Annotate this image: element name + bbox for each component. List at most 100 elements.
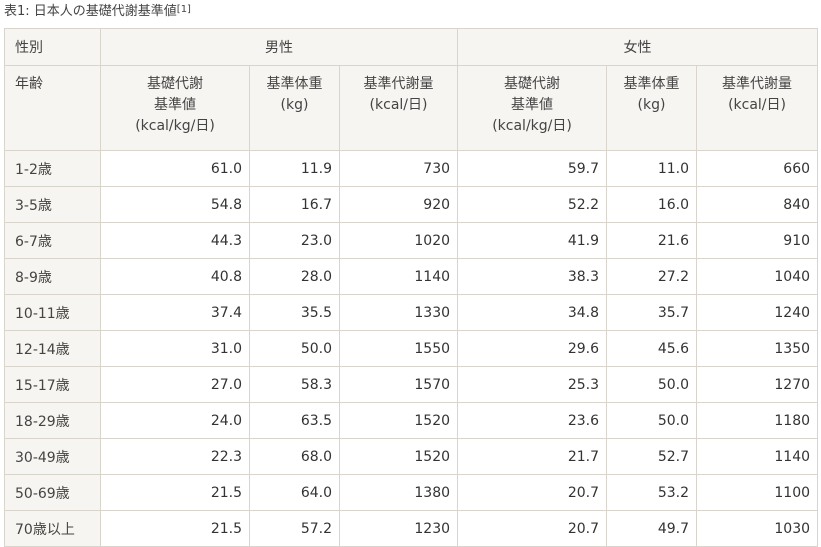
female-weight-cell: 50.0: [606, 402, 698, 439]
male-bmr-standard-cell: 31.0: [100, 330, 250, 367]
male-bmr-standard-cell: 37.4: [100, 294, 250, 331]
male-bmr-standard-cell: 40.8: [100, 258, 250, 295]
female-bmr-standard-cell: 23.6: [457, 402, 608, 439]
age-cell: 70歳以上: [4, 510, 101, 547]
female-weight-cell: 52.7: [606, 438, 698, 475]
table-row: 1-2歳 61.0 11.9 730 59.7 11.0 660: [4, 150, 819, 187]
table-row: 3-5歳 54.8 16.7 920 52.2 16.0 840: [4, 186, 819, 223]
header-male-bmr: 基準代謝量 (kcal/日): [338, 65, 459, 151]
bmr-reference-table: 性別 男性 女性 年齢 基礎代謝 基準値 (kcal/kg/日) 基準体重 (k…: [4, 28, 819, 547]
header-line: (kcal/日): [369, 97, 428, 113]
male-weight-cell: 63.5: [249, 402, 340, 439]
header-line: 基準代謝量: [722, 76, 793, 92]
female-bmr-standard-cell: 59.7: [457, 150, 608, 187]
male-weight-cell: 50.0: [249, 330, 340, 367]
female-bmr-standard-cell: 34.8: [457, 294, 608, 331]
male-bmr-cell: 1230: [338, 510, 459, 547]
female-bmr-cell: 1270: [696, 366, 819, 403]
female-weight-cell: 11.0: [606, 150, 698, 187]
male-bmr-cell: 1520: [338, 402, 459, 439]
header-sex: 性別: [4, 28, 101, 66]
female-weight-cell: 21.6: [606, 222, 698, 259]
table-row: 12-14歳 31.0 50.0 1550 29.6 45.6 1350: [4, 330, 819, 367]
male-bmr-cell: 1330: [338, 294, 459, 331]
header-line: (kcal/日): [728, 97, 786, 113]
female-bmr-standard-cell: 52.2: [457, 186, 608, 223]
age-cell: 50-69歳: [4, 474, 101, 511]
female-bmr-cell: 1350: [696, 330, 819, 367]
female-weight-cell: 27.2: [606, 258, 698, 295]
male-bmr-standard-cell: 27.0: [100, 366, 250, 403]
male-bmr-cell: 730: [338, 150, 459, 187]
header-line: (kg): [280, 97, 309, 113]
male-bmr-standard-cell: 54.8: [100, 186, 250, 223]
male-weight-cell: 58.3: [249, 366, 340, 403]
female-weight-cell: 35.7: [606, 294, 698, 331]
age-cell: 30-49歳: [4, 438, 101, 475]
age-cell: 10-11歳: [4, 294, 101, 331]
male-weight-cell: 57.2: [249, 510, 340, 547]
male-bmr-standard-cell: 21.5: [100, 474, 250, 511]
male-bmr-standard-cell: 24.0: [100, 402, 250, 439]
header-age: 年齢: [4, 65, 101, 151]
age-cell: 1-2歳: [4, 150, 101, 187]
header-male-bmr-standard: 基礎代謝 基準値 (kcal/kg/日): [100, 65, 250, 151]
header-line: (kcal/kg/日): [135, 118, 215, 134]
female-bmr-standard-cell: 38.3: [457, 258, 608, 295]
age-cell: 12-14歳: [4, 330, 101, 367]
female-bmr-standard-cell: 29.6: [457, 330, 608, 367]
table-header: 性別 男性 女性 年齢 基礎代謝 基準値 (kcal/kg/日) 基準体重 (k…: [4, 28, 819, 151]
table-row: 15-17歳 27.0 58.3 1570 25.3 50.0 1270: [4, 366, 819, 403]
female-weight-cell: 49.7: [606, 510, 698, 547]
age-cell: 15-17歳: [4, 366, 101, 403]
header-male-weight: 基準体重 (kg): [249, 65, 340, 151]
female-bmr-standard-cell: 41.9: [457, 222, 608, 259]
header-line: 基礎代謝: [504, 76, 561, 92]
header-line: 基準値: [511, 97, 554, 113]
female-bmr-standard-cell: 20.7: [457, 510, 608, 547]
header-row-columns: 年齢 基礎代謝 基準値 (kcal/kg/日) 基準体重 (kg) 基準代謝量 …: [4, 65, 819, 151]
female-bmr-cell: 1140: [696, 438, 819, 475]
female-bmr-cell: 1240: [696, 294, 819, 331]
male-bmr-standard-cell: 61.0: [100, 150, 250, 187]
header-line: 基準代謝量: [363, 76, 434, 92]
header-female: 女性: [457, 28, 819, 66]
male-bmr-standard-cell: 44.3: [100, 222, 250, 259]
table-row: 50-69歳 21.5 64.0 1380 20.7 53.2 1100: [4, 474, 819, 511]
caption-text: 表1: 日本人の基礎代謝基準値: [4, 4, 177, 19]
header-line: 基準体重: [623, 76, 680, 92]
table-row: 30-49歳 22.3 68.0 1520 21.7 52.7 1140: [4, 438, 819, 475]
age-cell: 3-5歳: [4, 186, 101, 223]
female-bmr-cell: 660: [696, 150, 819, 187]
male-weight-cell: 35.5: [249, 294, 340, 331]
footnote-ref-link[interactable]: [1]: [177, 4, 191, 15]
female-weight-cell: 16.0: [606, 186, 698, 223]
male-bmr-cell: 1020: [338, 222, 459, 259]
table-row: 8-9歳 40.8 28.0 1140 38.3 27.2 1040: [4, 258, 819, 295]
male-bmr-cell: 920: [338, 186, 459, 223]
male-weight-cell: 23.0: [249, 222, 340, 259]
age-cell: 8-9歳: [4, 258, 101, 295]
female-bmr-cell: 1180: [696, 402, 819, 439]
age-cell: 18-29歳: [4, 402, 101, 439]
male-bmr-cell: 1570: [338, 366, 459, 403]
male-weight-cell: 64.0: [249, 474, 340, 511]
table-row: 6-7歳 44.3 23.0 1020 41.9 21.6 910: [4, 222, 819, 259]
male-weight-cell: 68.0: [249, 438, 340, 475]
header-row-sex: 性別 男性 女性: [4, 28, 819, 66]
male-bmr-cell: 1550: [338, 330, 459, 367]
male-weight-cell: 28.0: [249, 258, 340, 295]
header-female-weight: 基準体重 (kg): [606, 65, 698, 151]
header-line: 基準値: [154, 97, 196, 113]
female-weight-cell: 53.2: [606, 474, 698, 511]
female-bmr-cell: 840: [696, 186, 819, 223]
female-bmr-standard-cell: 25.3: [457, 366, 608, 403]
header-line: (kcal/kg/日): [492, 118, 572, 134]
male-bmr-cell: 1140: [338, 258, 459, 295]
female-bmr-standard-cell: 20.7: [457, 474, 608, 511]
male-bmr-cell: 1380: [338, 474, 459, 511]
header-line: (kg): [637, 97, 666, 113]
male-bmr-standard-cell: 22.3: [100, 438, 250, 475]
female-weight-cell: 45.6: [606, 330, 698, 367]
male-weight-cell: 11.9: [249, 150, 340, 187]
